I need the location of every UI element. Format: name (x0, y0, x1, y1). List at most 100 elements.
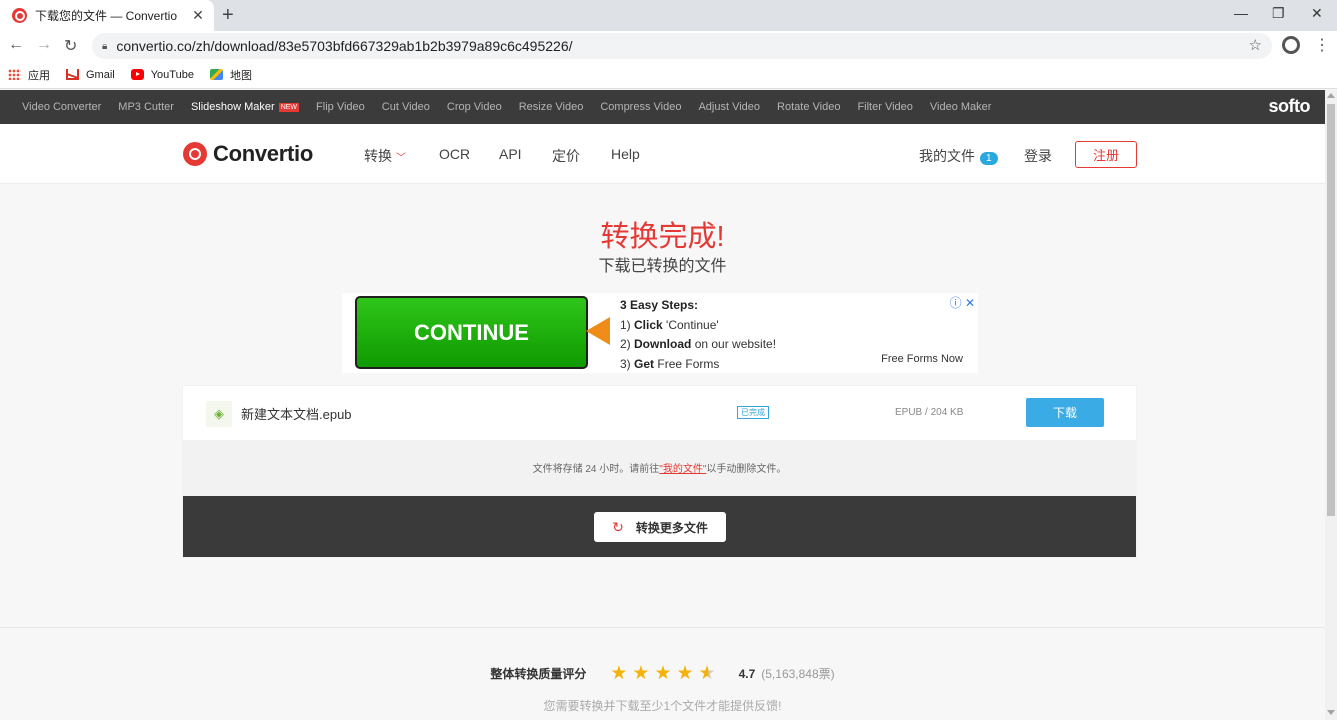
my-files-label: 我的文件 (919, 148, 975, 164)
convertio-favicon-icon (12, 8, 27, 23)
restore-icon[interactable]: ❐ (1272, 5, 1285, 22)
refresh-icon: ↻ (612, 518, 624, 535)
bookmark-maps[interactable]: 地图 (209, 67, 252, 83)
browser-tab[interactable]: 下载您的文件 — Convertio ✕ (0, 0, 214, 31)
storage-note: 文件将存储 24 小时。请前往"我的文件"以手动删除文件。 (183, 460, 1136, 475)
ad-sponsor[interactable]: Free Forms Now (881, 353, 963, 365)
star-icon[interactable]: ★ (676, 662, 693, 685)
url-bar[interactable]: 🔒︎ convertio.co/zh/download/83e5703bfd66… (92, 33, 1272, 59)
section-divider (0, 627, 1325, 628)
rating-label: 整体转换质量评分 (490, 667, 587, 681)
file-meta: EPUB / 204 KB (895, 407, 964, 418)
bookmark-label: Gmail (86, 68, 115, 81)
epub-file-icon: ◈ (206, 401, 232, 427)
register-button[interactable]: 注册 (1075, 141, 1137, 168)
new-tab-icon[interactable]: + (222, 4, 234, 27)
softo-link-label: Slideshow Maker (190, 101, 275, 113)
status-badge: 已完成 (737, 406, 769, 419)
nav-ocr[interactable]: OCR (439, 146, 470, 162)
gmail-icon (66, 69, 79, 80)
ad-step-1: 1) Click 'Continue' (620, 317, 719, 332)
bookmark-youtube[interactable]: YouTube (130, 68, 194, 81)
star-half-icon[interactable]: ★ (699, 662, 716, 685)
scrollbar-thumb[interactable] (1327, 104, 1335, 516)
softo-link-slideshow-maker[interactable]: Slideshow Maker NEW (190, 101, 300, 113)
rating-score: 4.7 (738, 666, 756, 681)
nav-api[interactable]: API (499, 146, 522, 162)
file-count-badge: 1 (980, 152, 998, 165)
bookmark-apps[interactable]: 应用 (8, 67, 50, 83)
nav-label: 转换 (364, 148, 392, 164)
bookmark-star-icon[interactable]: ☆ (1249, 36, 1262, 54)
ad-step-3: 3) Get Free Forms (620, 356, 720, 371)
tab-close-icon[interactable]: ✕ (188, 7, 208, 24)
minimize-icon[interactable]: — (1234, 5, 1248, 21)
note-text: 以手动删除文件。 (706, 464, 787, 475)
star-icon[interactable]: ★ (632, 662, 649, 685)
page-subtitle: 下载已转换的文件 (598, 258, 727, 275)
softo-link-rotate-video[interactable]: Rotate Video (777, 101, 840, 113)
window-close-icon[interactable]: ✕ (1311, 5, 1323, 22)
bookmark-label: YouTube (150, 68, 194, 81)
softo-link-filter-video[interactable]: Filter Video (857, 101, 912, 113)
url-text: convertio.co/zh/download/83e5703bfd66732… (116, 38, 573, 54)
softo-link-flip-video[interactable]: Flip Video (316, 101, 365, 113)
profile-icon[interactable] (1282, 36, 1300, 54)
scroll-down-arrow-icon[interactable] (1327, 710, 1335, 715)
address-bar-row: ← → ↻ 🔒︎ convertio.co/zh/download/83e570… (0, 31, 1337, 61)
file-row: ◈ 新建文本文档.epub 已完成 EPUB / 204 KB 下载 (183, 386, 1136, 440)
apps-icon (8, 69, 21, 80)
menu-kebab-icon[interactable]: ⋮ (1314, 35, 1330, 55)
back-icon[interactable]: ← (8, 36, 24, 54)
advertisement[interactable]: CONTINUE 3 Easy Steps: 1) Click 'Continu… (342, 293, 978, 373)
nav-help[interactable]: Help (611, 146, 640, 162)
ad-info-close-icon[interactable]: ⓘ ✕ (950, 294, 975, 311)
softo-link-adjust-video[interactable]: Adjust Video (698, 101, 760, 113)
softo-link-video-converter[interactable]: Video Converter (22, 101, 101, 113)
softo-link-compress-video[interactable]: Compress Video (600, 101, 681, 113)
softo-link-cut-video[interactable]: Cut Video (382, 101, 430, 113)
convert-more-button[interactable]: ↻ 转换更多文件 (594, 512, 726, 542)
tab-title: 下载您的文件 — Convertio (35, 9, 178, 23)
note-text: 文件将存储 24 小时。请前往 (532, 464, 660, 475)
bookmark-gmail[interactable]: Gmail (66, 69, 115, 81)
reload-icon[interactable]: ↻ (64, 36, 77, 56)
chevron-down-icon: ﹀ (396, 153, 406, 164)
arrow-left-icon (586, 317, 610, 345)
new-badge: NEW (278, 102, 300, 112)
rating-votes: (5,163,848票) (761, 667, 835, 681)
my-files-note-link[interactable]: "我的文件" (659, 464, 706, 475)
page-title: 转换完成! (600, 221, 725, 253)
star-icon[interactable]: ★ (654, 662, 671, 685)
forward-icon[interactable]: → (36, 36, 52, 54)
softo-link-video-maker[interactable]: Video Maker (930, 101, 992, 113)
lock-icon: 🔒︎ (102, 40, 108, 52)
login-link[interactable]: 登录 (1024, 146, 1052, 166)
convert-more-bar: ↻ 转换更多文件 (183, 496, 1136, 557)
ad-steps: 3 Easy Steps: 1) Click 'Continue' 2) Dow… (620, 296, 776, 374)
tab-strip: 下载您的文件 — Convertio ✕ + — ❐ ✕ (0, 0, 1337, 31)
softo-link-crop-video[interactable]: Crop Video (447, 101, 502, 113)
convertio-logo-icon (183, 142, 207, 166)
ad-steps-title: 3 Easy Steps: (620, 298, 699, 312)
bookmark-label: 应用 (28, 69, 50, 82)
nav-pricing[interactable]: 定价 (552, 146, 580, 166)
softo-link-mp3-cutter[interactable]: MP3 Cutter (118, 101, 174, 113)
youtube-icon (130, 69, 144, 80)
file-name: 新建文本文档.epub (241, 407, 352, 422)
maps-icon (209, 69, 223, 80)
ad-continue-button[interactable]: CONTINUE (355, 296, 588, 369)
bookmarks-bar: 应用 Gmail YouTube 地图 (0, 61, 1337, 89)
star-icon[interactable]: ★ (610, 662, 627, 685)
my-files-link[interactable]: 我的文件 1 (919, 146, 998, 166)
softo-toolbar: Video Converter MP3 Cutter Slideshow Mak… (0, 90, 1325, 124)
softo-logo[interactable]: softo (1269, 96, 1311, 117)
nav-convert[interactable]: 转换 ﹀ (364, 146, 406, 166)
convertio-logo[interactable]: Convertio (183, 141, 313, 167)
rating-section: 整体转换质量评分 ★ ★ ★ ★ ★ 4.7 (5,163,848票) (0, 662, 1325, 685)
site-header: Convertio 转换 ﹀ OCR API 定价 Help 我的文件 1 登录 注… (0, 124, 1325, 184)
download-button[interactable]: 下载 (1026, 398, 1104, 427)
scroll-up-arrow-icon[interactable] (1327, 93, 1335, 98)
ad-step-2: 2) Download on our website! (620, 337, 777, 351)
softo-link-resize-video[interactable]: Resize Video (519, 101, 584, 113)
